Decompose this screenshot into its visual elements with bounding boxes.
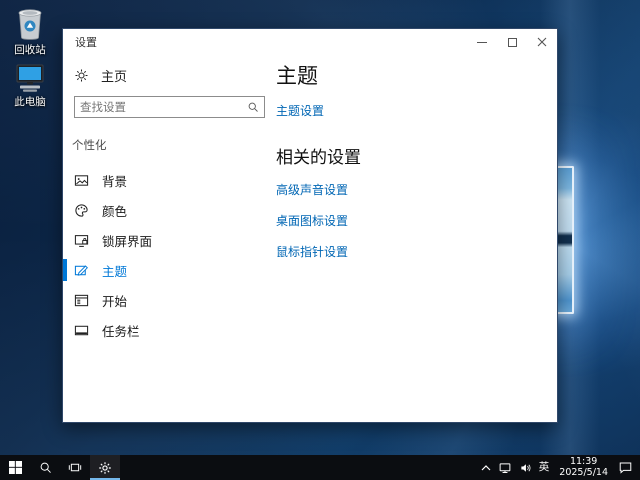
sidebar-item-label: 任务栏: [102, 321, 140, 340]
recycle-bin-icon: [13, 5, 47, 41]
network-tray-button[interactable]: [498, 461, 512, 474]
background-icon: [74, 173, 89, 188]
mouse-pointer-settings-link[interactable]: 鼠标指针设置: [276, 243, 348, 260]
task-view-button[interactable]: [60, 455, 90, 480]
system-tray: 英 11:39 2025/5/14: [481, 455, 640, 480]
themes-icon: [74, 263, 89, 278]
theme-settings-link[interactable]: 主题设置: [276, 102, 324, 119]
sidebar-item-label: 开始: [102, 291, 127, 310]
sidebar-item-taskbar[interactable]: 任务栏: [63, 315, 276, 345]
network-icon: [498, 461, 512, 474]
sidebar-section-label: 个性化: [72, 137, 276, 153]
advanced-sound-settings-link[interactable]: 高级声音设置: [276, 181, 348, 198]
settings-window: 设置 主页: [62, 28, 558, 423]
task-view-icon: [68, 461, 82, 474]
settings-main-pane: 主题 主题设置 相关的设置 高级声音设置 桌面图标设置 鼠标指针设置: [276, 55, 557, 422]
titlebar[interactable]: 设置: [63, 29, 557, 55]
input-method-indicator[interactable]: 英: [539, 462, 550, 473]
related-settings-title: 相关的设置: [276, 143, 557, 168]
sidebar-item-label: 颜色: [102, 201, 127, 220]
taskbar-icon: [74, 323, 89, 338]
desktop-icon-label: 此电脑: [1, 94, 59, 109]
search-icon: [39, 461, 52, 474]
desktop: 回收站 此电脑 设置: [0, 0, 640, 480]
close-icon: [537, 37, 547, 47]
desktop-icon-label: 回收站: [1, 42, 59, 57]
taskbar-settings-app[interactable]: [90, 455, 120, 480]
search-input[interactable]: [80, 100, 247, 114]
gear-icon: [74, 68, 89, 83]
sidebar-item-background[interactable]: 背景: [63, 165, 276, 195]
start-button[interactable]: [0, 455, 30, 480]
gear-icon: [98, 461, 112, 475]
taskbar-clock[interactable]: 11:39 2025/5/14: [559, 457, 608, 478]
start-icon: [74, 293, 89, 308]
sidebar-item-label: 主题: [102, 261, 127, 280]
clock-date: 2025/5/14: [559, 467, 608, 478]
this-pc-icon: [13, 63, 47, 93]
minimize-button[interactable]: [467, 29, 497, 55]
settings-sidebar: 主页 个性化: [63, 55, 276, 422]
search-icon: [247, 101, 259, 113]
sidebar-item-label: 背景: [102, 171, 127, 190]
settings-search-box[interactable]: [74, 96, 265, 118]
lock-screen-icon: [74, 233, 89, 248]
sidebar-item-lock-screen[interactable]: 锁屏界面: [63, 225, 276, 255]
volume-tray-button[interactable]: [519, 462, 532, 474]
sidebar-home-label: 主页: [101, 66, 127, 85]
sidebar-item-label: 锁屏界面: [102, 231, 152, 250]
sidebar-item-colors[interactable]: 颜色: [63, 195, 276, 225]
taskbar: 英 11:39 2025/5/14: [0, 455, 640, 480]
close-button[interactable]: [527, 29, 557, 55]
desktop-icon-this-pc[interactable]: 此电脑: [1, 63, 59, 109]
sidebar-item-start[interactable]: 开始: [63, 285, 276, 315]
taskbar-search-button[interactable]: [30, 455, 60, 480]
maximize-button[interactable]: [497, 29, 527, 55]
colors-icon: [74, 203, 89, 218]
page-title: 主题: [276, 63, 557, 89]
show-hidden-icons-button[interactable]: [481, 465, 491, 471]
maximize-icon: [508, 38, 517, 47]
window-title: 设置: [75, 34, 97, 50]
sidebar-nav: 背景 颜色: [63, 165, 276, 345]
minimize-icon: [477, 42, 487, 43]
volume-icon: [519, 462, 532, 474]
chevron-up-icon: [481, 465, 491, 471]
action-center-button[interactable]: [618, 461, 633, 474]
desktop-icon-settings-link[interactable]: 桌面图标设置: [276, 212, 348, 229]
windows-logo-icon: [9, 461, 22, 474]
notification-icon: [618, 461, 633, 474]
sidebar-item-themes[interactable]: 主题: [63, 255, 276, 285]
sidebar-item-home[interactable]: 主页: [74, 63, 276, 87]
clock-time: 11:39: [570, 456, 597, 467]
desktop-icon-recycle-bin[interactable]: 回收站: [1, 5, 59, 57]
